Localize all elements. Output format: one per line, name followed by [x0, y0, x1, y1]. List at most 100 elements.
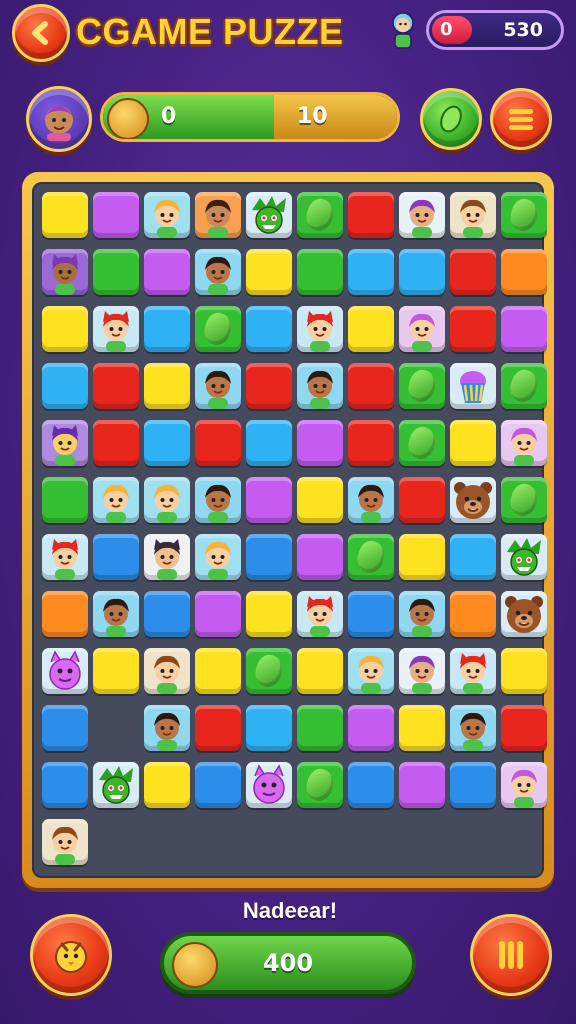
- kid-girl-tile[interactable]: [42, 819, 88, 865]
- purple-tile[interactable]: [144, 249, 190, 295]
- player-avatar-button[interactable]: [26, 86, 92, 152]
- kid-boy-tile[interactable]: [195, 363, 241, 409]
- yellow-tile[interactable]: [399, 534, 445, 580]
- red-tile[interactable]: [195, 420, 241, 466]
- bean-tile[interactable]: [501, 477, 547, 523]
- green-tile[interactable]: [93, 249, 139, 295]
- red-tile[interactable]: [399, 477, 445, 523]
- kid-brown-tile[interactable]: [195, 192, 241, 238]
- red-tile[interactable]: [195, 705, 241, 751]
- cyan-tile[interactable]: [246, 306, 292, 352]
- green-tile[interactable]: [42, 477, 88, 523]
- blue-tile[interactable]: [93, 534, 139, 580]
- yellow-tile[interactable]: [501, 648, 547, 694]
- red-tile[interactable]: [450, 306, 496, 352]
- bean-tile[interactable]: [348, 534, 394, 580]
- kid-girl-purple-tile[interactable]: [399, 306, 445, 352]
- purple-tile[interactable]: [501, 306, 547, 352]
- purple-tile[interactable]: [297, 420, 343, 466]
- blue-tile[interactable]: [42, 762, 88, 808]
- red-tile[interactable]: [450, 249, 496, 295]
- leaf-monster-tile[interactable]: [93, 762, 139, 808]
- red-tile[interactable]: [348, 192, 394, 238]
- kid-red-cat-tile[interactable]: [297, 591, 343, 637]
- red-tile[interactable]: [93, 420, 139, 466]
- kid-cat-tile[interactable]: [144, 534, 190, 580]
- kid-boy-tile[interactable]: [93, 591, 139, 637]
- leaf-monster-tile[interactable]: [501, 534, 547, 580]
- kid-red-cat-tile[interactable]: [450, 648, 496, 694]
- bean-tile[interactable]: [501, 192, 547, 238]
- pause-button[interactable]: [470, 914, 552, 996]
- red-tile[interactable]: [501, 705, 547, 751]
- menu-button[interactable]: [490, 88, 552, 150]
- purple-tile[interactable]: [348, 705, 394, 751]
- bean-tile[interactable]: [297, 192, 343, 238]
- bean-tile[interactable]: [297, 762, 343, 808]
- orange-tile[interactable]: [501, 249, 547, 295]
- kid-purple-tile[interactable]: [399, 648, 445, 694]
- purple-tile[interactable]: [297, 534, 343, 580]
- back-button[interactable]: [12, 4, 70, 62]
- yellow-tile[interactable]: [246, 249, 292, 295]
- bear-tile[interactable]: [501, 591, 547, 637]
- cupcake-tile[interactable]: [450, 363, 496, 409]
- yellow-tile[interactable]: [246, 591, 292, 637]
- kid-blond-tile[interactable]: [195, 534, 241, 580]
- red-tile[interactable]: [348, 420, 394, 466]
- orange-tile[interactable]: [42, 591, 88, 637]
- red-tile[interactable]: [348, 363, 394, 409]
- blue-tile[interactable]: [348, 762, 394, 808]
- bean-tile[interactable]: [399, 363, 445, 409]
- blue-tile[interactable]: [42, 705, 88, 751]
- yellow-tile[interactable]: [144, 762, 190, 808]
- cyan-tile[interactable]: [144, 420, 190, 466]
- purple-tile[interactable]: [93, 192, 139, 238]
- kid-girl-tile[interactable]: [450, 192, 496, 238]
- kid-blond-tile[interactable]: [144, 477, 190, 523]
- yellow-tile[interactable]: [348, 306, 394, 352]
- kid-boy-tile[interactable]: [195, 249, 241, 295]
- red-tile[interactable]: [246, 363, 292, 409]
- chick-booster-button[interactable]: [30, 914, 112, 996]
- blue-tile[interactable]: [144, 591, 190, 637]
- bean-tile[interactable]: [399, 420, 445, 466]
- bear-tile[interactable]: [450, 477, 496, 523]
- blue-tile[interactable]: [246, 534, 292, 580]
- yellow-tile[interactable]: [297, 648, 343, 694]
- green-tile[interactable]: [297, 705, 343, 751]
- purple-tile[interactable]: [399, 762, 445, 808]
- kid-purple-tile[interactable]: [399, 192, 445, 238]
- kid-blond-tile[interactable]: [144, 192, 190, 238]
- kid-red-cat-tile[interactable]: [42, 534, 88, 580]
- kid-boy-tile[interactable]: [297, 363, 343, 409]
- yellow-tile[interactable]: [42, 192, 88, 238]
- blue-tile[interactable]: [195, 762, 241, 808]
- yellow-tile[interactable]: [297, 477, 343, 523]
- yellow-tile[interactable]: [399, 705, 445, 751]
- cyan-tile[interactable]: [42, 363, 88, 409]
- yellow-tile[interactable]: [144, 363, 190, 409]
- cyan-tile[interactable]: [399, 249, 445, 295]
- purple-tile[interactable]: [246, 477, 292, 523]
- cyan-tile[interactable]: [246, 420, 292, 466]
- orange-tile[interactable]: [450, 591, 496, 637]
- kid-red-cat-tile[interactable]: [93, 306, 139, 352]
- kid-girl-purple-tile[interactable]: [501, 420, 547, 466]
- kid-purple-cat-tile[interactable]: [42, 420, 88, 466]
- kid-boy-tile[interactable]: [348, 477, 394, 523]
- yellow-tile[interactable]: [195, 648, 241, 694]
- kid-red-cat-tile[interactable]: [297, 306, 343, 352]
- green-tile[interactable]: [297, 249, 343, 295]
- leaf-monster-tile[interactable]: [246, 192, 292, 238]
- kid-boy-tile[interactable]: [450, 705, 496, 751]
- blue-tile[interactable]: [348, 591, 394, 637]
- bean-tile[interactable]: [195, 306, 241, 352]
- kid-boy-tile[interactable]: [399, 591, 445, 637]
- bean-tile[interactable]: [246, 648, 292, 694]
- kid-girl-tile[interactable]: [144, 648, 190, 694]
- kid-blond-tile[interactable]: [93, 477, 139, 523]
- kid-blond-tile[interactable]: [348, 648, 394, 694]
- cyan-tile[interactable]: [144, 306, 190, 352]
- kid-boy-tile[interactable]: [195, 477, 241, 523]
